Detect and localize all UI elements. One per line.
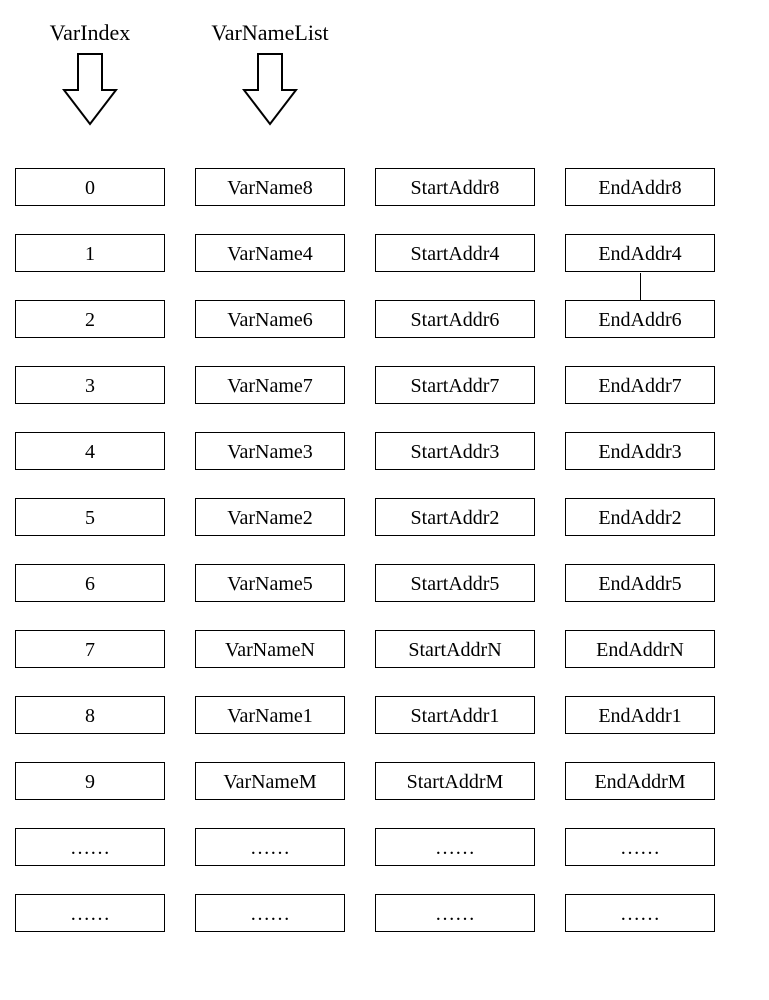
- column-header-var-index: VarIndex: [15, 20, 165, 140]
- end-cell: EndAddr7: [565, 366, 715, 404]
- start-cell: StartAddr7: [375, 366, 535, 404]
- start-cell: StartAddr6: [375, 300, 535, 338]
- column-start-addr: StartAddr8 StartAddr4 StartAddr6 StartAd…: [375, 20, 535, 932]
- start-cell: StartAddr8: [375, 168, 535, 206]
- column-var-name: VarNameList VarName8 VarName4 VarName6 V…: [195, 20, 345, 932]
- end-cell: ……: [565, 894, 715, 932]
- start-cell: StartAddr1: [375, 696, 535, 734]
- start-cell: StartAddr2: [375, 498, 535, 536]
- index-cell: 0: [15, 168, 165, 206]
- column-end-addr: EndAddr8 EndAddr4 EndAddr6 EndAddr7 EndA…: [565, 20, 715, 932]
- end-cell: EndAddr8: [565, 168, 715, 206]
- start-cell: ……: [375, 894, 535, 932]
- index-cell: 5: [15, 498, 165, 536]
- index-cell: ……: [15, 894, 165, 932]
- name-cell: VarNameN: [195, 630, 345, 668]
- end-cell: EndAddr1: [565, 696, 715, 734]
- index-cell: 7: [15, 630, 165, 668]
- column-header-empty: [565, 20, 715, 140]
- index-cell: 3: [15, 366, 165, 404]
- header-label-var-index: VarIndex: [50, 20, 131, 46]
- diagram-container: VarIndex 0 1 2 3 4 5 6 7 8 9 …… …… VarNa…: [15, 20, 754, 932]
- name-cell: VarName1: [195, 696, 345, 734]
- index-cell: 1: [15, 234, 165, 272]
- end-cell: EndAddrM: [565, 762, 715, 800]
- column-header-var-name: VarNameList: [195, 20, 345, 140]
- name-cell: VarNameM: [195, 762, 345, 800]
- start-cell: StartAddr5: [375, 564, 535, 602]
- end-cell: EndAddr4: [565, 234, 715, 272]
- start-cell: ……: [375, 828, 535, 866]
- index-cell: ……: [15, 828, 165, 866]
- name-cell: VarName4: [195, 234, 345, 272]
- index-cell: 4: [15, 432, 165, 470]
- name-cell: VarName8: [195, 168, 345, 206]
- name-cell: ……: [195, 828, 345, 866]
- column-header-empty: [375, 20, 535, 140]
- name-cell: VarName5: [195, 564, 345, 602]
- header-label-var-name: VarNameList: [211, 20, 328, 46]
- start-cell: StartAddrM: [375, 762, 535, 800]
- index-cell: 9: [15, 762, 165, 800]
- down-arrow-icon: [60, 50, 120, 130]
- name-cell: VarName6: [195, 300, 345, 338]
- end-cell: EndAddrN: [565, 630, 715, 668]
- end-cell: EndAddr6: [565, 300, 715, 338]
- index-cell: 8: [15, 696, 165, 734]
- index-cell: 2: [15, 300, 165, 338]
- connector-line: [640, 273, 641, 301]
- start-cell: StartAddr4: [375, 234, 535, 272]
- end-cell: EndAddr3: [565, 432, 715, 470]
- start-cell: StartAddrN: [375, 630, 535, 668]
- name-cell: VarName7: [195, 366, 345, 404]
- end-cell: EndAddr2: [565, 498, 715, 536]
- name-cell: ……: [195, 894, 345, 932]
- index-cell: 6: [15, 564, 165, 602]
- down-arrow-icon: [240, 50, 300, 130]
- start-cell: StartAddr3: [375, 432, 535, 470]
- column-var-index: VarIndex 0 1 2 3 4 5 6 7 8 9 …… ……: [15, 20, 165, 932]
- name-cell: VarName2: [195, 498, 345, 536]
- end-cell: ……: [565, 828, 715, 866]
- end-cell: EndAddr5: [565, 564, 715, 602]
- name-cell: VarName3: [195, 432, 345, 470]
